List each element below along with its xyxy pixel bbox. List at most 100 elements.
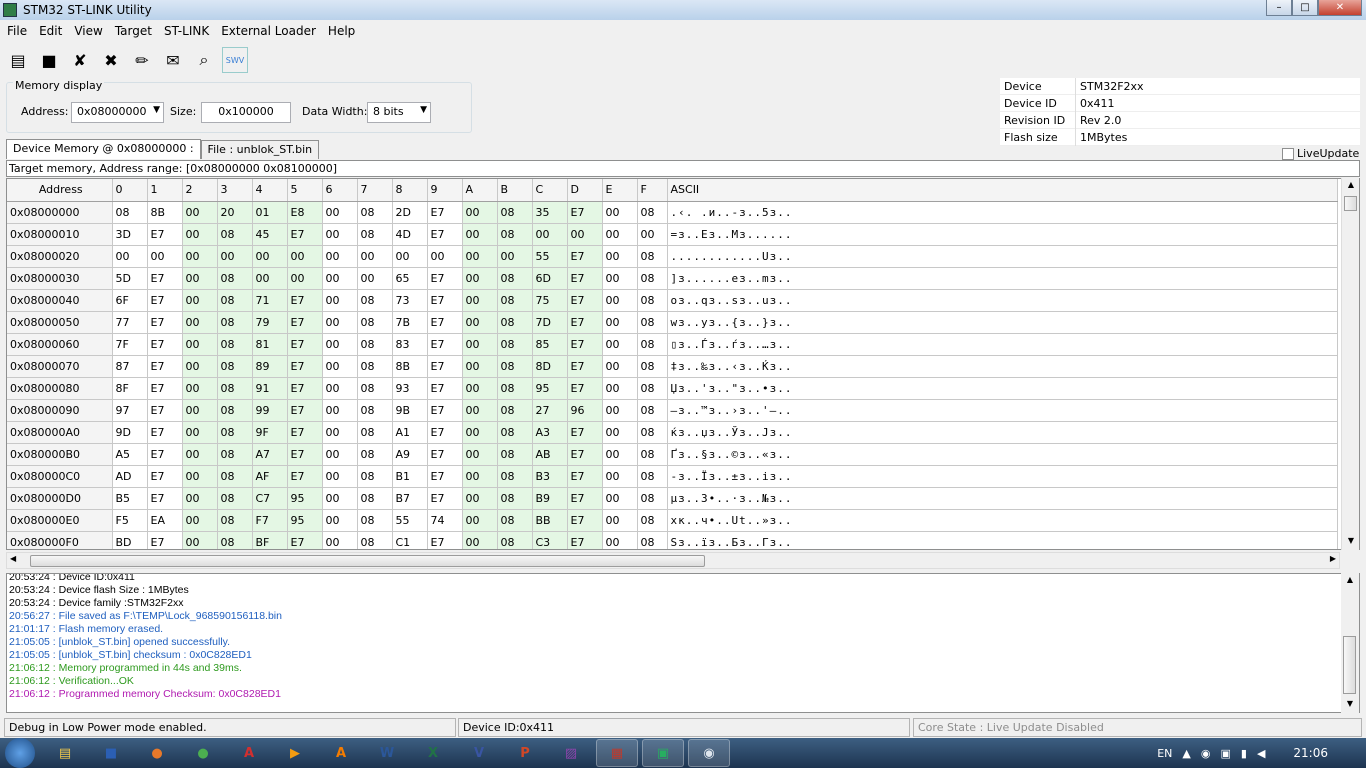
byte-cell[interactable]: E7 — [147, 421, 183, 444]
byte-cell[interactable]: 00 — [322, 443, 358, 466]
byte-cell[interactable]: E7 — [427, 289, 463, 312]
byte-cell[interactable]: 65 — [392, 267, 428, 290]
media-player-icon[interactable]: ▶ — [274, 739, 316, 767]
byte-cell[interactable]: 08 — [497, 201, 533, 224]
byte-cell[interactable]: 08 — [357, 333, 393, 356]
byte-cell[interactable]: 00 — [602, 399, 638, 422]
maximize-button[interactable]: □ — [1292, 0, 1318, 16]
scroll-up-icon[interactable]: ▲ — [1343, 180, 1359, 192]
byte-cell[interactable]: 00 — [602, 267, 638, 290]
byte-cell[interactable]: 00 — [182, 333, 218, 356]
byte-cell[interactable]: E7 — [427, 333, 463, 356]
search-icon[interactable]: ⌕ — [191, 47, 217, 73]
byte-cell[interactable]: 7D — [532, 311, 568, 334]
byte-cell[interactable]: 8D — [532, 355, 568, 378]
menu-target[interactable]: Target — [108, 24, 157, 38]
byte-cell[interactable]: A3 — [532, 421, 568, 444]
byte-cell[interactable]: 85 — [532, 333, 568, 356]
signal-icon[interactable]: ▮ — [1241, 747, 1247, 760]
byte-cell[interactable]: 08 — [357, 421, 393, 444]
byte-cell[interactable]: 08 — [357, 487, 393, 510]
byte-cell[interactable]: 08 — [217, 509, 253, 532]
ascii-cell[interactable]: µз..З•..·з..№з.. — [667, 487, 1338, 510]
connect-icon[interactable]: ✘ — [67, 47, 93, 73]
byte-cell[interactable]: 71 — [252, 289, 288, 312]
byte-cell[interactable]: E7 — [567, 355, 603, 378]
address-cell[interactable]: 0x08000030 — [7, 267, 113, 290]
byte-cell[interactable]: 00 — [182, 245, 218, 268]
byte-cell[interactable]: E7 — [567, 465, 603, 488]
byte-cell[interactable]: 08 — [217, 223, 253, 246]
byte-cell[interactable]: 00 — [357, 267, 393, 290]
close-button[interactable]: ✕ — [1318, 0, 1362, 16]
avast-icon[interactable]: A — [320, 739, 362, 767]
scroll-down-icon[interactable]: ▼ — [1343, 536, 1359, 548]
byte-cell[interactable]: 4D — [392, 223, 428, 246]
open-file-icon[interactable]: ▤ — [5, 47, 31, 73]
ascii-cell[interactable]: =з..Eз..Mз...... — [667, 223, 1338, 246]
program-icon[interactable]: ✉ — [160, 47, 186, 73]
byte-cell[interactable]: E7 — [567, 421, 603, 444]
byte-cell[interactable]: F5 — [112, 509, 148, 532]
paint-icon[interactable]: ▨ — [550, 739, 592, 767]
erase-icon[interactable]: ✏ — [129, 47, 155, 73]
byte-cell[interactable]: 08 — [217, 443, 253, 466]
ascii-cell[interactable]: ќз..џз..Ўз..Јз.. — [667, 421, 1338, 444]
byte-cell[interactable]: 8B — [392, 355, 428, 378]
byte-cell[interactable]: 08 — [637, 531, 668, 549]
byte-cell[interactable]: 55 — [532, 245, 568, 268]
address-cell[interactable]: 0x08000000 — [7, 201, 113, 224]
byte-cell[interactable]: 77 — [112, 311, 148, 334]
byte-cell[interactable]: E7 — [567, 289, 603, 312]
byte-cell[interactable]: 00 — [322, 289, 358, 312]
byte-cell[interactable]: 00 — [462, 289, 498, 312]
byte-cell[interactable]: 75 — [532, 289, 568, 312]
byte-cell[interactable]: 00 — [252, 267, 288, 290]
menu-file[interactable]: File — [0, 24, 32, 38]
byte-cell[interactable]: E7 — [427, 267, 463, 290]
byte-cell[interactable]: E7 — [147, 333, 183, 356]
address-cell[interactable]: 0x08000080 — [7, 377, 113, 400]
address-cell[interactable]: 0x080000B0 — [7, 443, 113, 466]
byte-cell[interactable]: 00 — [602, 355, 638, 378]
byte-cell[interactable]: 08 — [637, 245, 668, 268]
byte-cell[interactable]: 08 — [217, 289, 253, 312]
byte-cell[interactable]: 00 — [462, 421, 498, 444]
ascii-cell[interactable]: Sз..їз..Бз..Гз.. — [667, 531, 1338, 549]
byte-cell[interactable]: 00 — [322, 355, 358, 378]
byte-cell[interactable]: 8F — [112, 377, 148, 400]
byte-cell[interactable]: 74 — [427, 509, 463, 532]
byte-cell[interactable]: E7 — [147, 289, 183, 312]
save-app-icon[interactable]: ■ — [90, 739, 132, 767]
byte-cell[interactable]: A5 — [112, 443, 148, 466]
byte-cell[interactable]: A9 — [392, 443, 428, 466]
byte-cell[interactable]: 00 — [322, 245, 358, 268]
byte-cell[interactable]: 00 — [462, 311, 498, 334]
byte-cell[interactable]: 00 — [462, 465, 498, 488]
byte-cell[interactable]: 08 — [497, 443, 533, 466]
start-button[interactable] — [0, 738, 40, 768]
byte-cell[interactable]: C1 — [392, 531, 428, 549]
firefox-icon[interactable]: ● — [136, 739, 178, 767]
byte-cell[interactable]: E7 — [287, 465, 323, 488]
menu-view[interactable]: View — [67, 24, 107, 38]
byte-cell[interactable]: 00 — [322, 333, 358, 356]
byte-cell[interactable]: 73 — [392, 289, 428, 312]
byte-cell[interactable]: 08 — [497, 223, 533, 246]
byte-cell[interactable]: 00 — [462, 267, 498, 290]
byte-cell[interactable]: AB — [532, 443, 568, 466]
byte-cell[interactable]: 08 — [497, 509, 533, 532]
byte-cell[interactable]: 08 — [637, 333, 668, 356]
network-app-icon[interactable]: ◉ — [688, 739, 730, 767]
byte-cell[interactable]: 00 — [322, 487, 358, 510]
byte-cell[interactable]: BF — [252, 531, 288, 549]
byte-cell[interactable]: E7 — [147, 487, 183, 510]
byte-cell[interactable]: E7 — [567, 377, 603, 400]
byte-cell[interactable]: 00 — [322, 531, 358, 549]
byte-cell[interactable]: 08 — [217, 531, 253, 549]
ascii-cell[interactable]: .‹. .и..-з..5з.. — [667, 201, 1338, 224]
byte-cell[interactable]: 08 — [357, 509, 393, 532]
excel-icon[interactable]: X — [412, 739, 454, 767]
byte-cell[interactable]: 00 — [462, 223, 498, 246]
byte-cell[interactable]: 08 — [637, 509, 668, 532]
